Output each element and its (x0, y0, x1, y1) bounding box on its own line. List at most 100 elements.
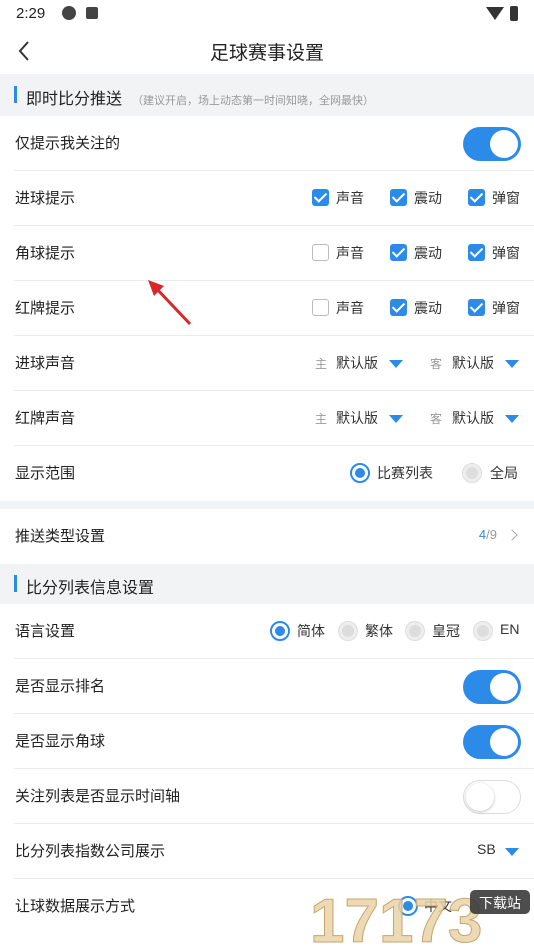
status-time: 2:29 (16, 5, 46, 22)
section-gap (0, 501, 534, 509)
push-type-row[interactable]: 推送类型设置 4/9 (0, 509, 534, 564)
goal-sound-row: 进球声音 主 默认版 客 默认版 (0, 336, 534, 391)
display-scope-row: 显示范围 比赛列表 全局 (0, 446, 534, 501)
goal-alert-row: 进球提示 声音 震动 弹窗 (0, 171, 534, 226)
radio-label: 全局 (490, 465, 518, 481)
corner-vibrate-checkbox[interactable] (390, 244, 407, 261)
section-accent-bar (14, 575, 17, 592)
show-rank-toggle[interactable] (463, 670, 521, 704)
section-accent-bar (14, 86, 17, 103)
watermark-logo: 17173 下载站 (310, 887, 530, 950)
home-sound-select[interactable]: 默认版 (336, 408, 378, 428)
red-card-alert-row: 红牌提示 声音 震动 弹窗 (0, 281, 534, 336)
row-label: 让球数据展示方式 (15, 898, 136, 915)
row-label: 显示范围 (15, 465, 76, 482)
row-label: 进球提示 (15, 190, 76, 207)
section-title: 比分列表信息设置 (26, 580, 155, 597)
timeline-row: 关注列表是否显示时间轴 (0, 769, 534, 824)
red-card-sound-row: 红牌声音 主 默认版 客 默认版 (0, 391, 534, 446)
scope-global-radio[interactable] (462, 463, 482, 483)
row-label: 语言设置 (15, 623, 76, 640)
section-title: 即时比分推送 （建议开启，场上动态第一时间知晓，全网最快） (26, 85, 374, 109)
row-label: 是否显示排名 (15, 678, 106, 695)
scope-match-list-radio[interactable] (350, 463, 370, 483)
watermark-text: 17173 (310, 887, 482, 950)
nav-bar: 足球赛事设置 (0, 28, 534, 74)
push-section-header: 即时比分推送 （建议开启，场上动态第一时间知晓，全网最快） (0, 74, 534, 116)
away-tag: 客 (430, 412, 443, 426)
red-card-vibrate-checkbox[interactable] (390, 299, 407, 316)
row-label: 红牌声音 (15, 410, 76, 427)
row-label: 红牌提示 (15, 300, 76, 317)
red-card-popup-checkbox[interactable] (468, 299, 485, 316)
radio-label: 简体 (297, 623, 325, 639)
radio-label: 繁体 (365, 623, 393, 639)
row-label: 仅提示我关注的 (15, 135, 121, 152)
count-total: /9 (486, 527, 497, 542)
section-note: （建议开启，场上动态第一时间知晓，全网最快） (132, 95, 375, 107)
corner-sound-checkbox[interactable] (312, 244, 329, 261)
red-card-sound-checkbox[interactable] (312, 299, 329, 316)
row-label: 推送类型设置 (15, 528, 106, 545)
away-sound-select[interactable]: 默认版 (452, 353, 494, 373)
caret-down-icon[interactable] (389, 360, 403, 368)
checkbox-label: 弹窗 (492, 300, 520, 316)
status-bar: 2:29 (0, 0, 534, 28)
checkbox-label: 弹窗 (492, 245, 520, 261)
index-company-row: 比分列表指数公司展示 SB (0, 824, 534, 879)
section-title-text: 即时比分推送 (26, 91, 123, 108)
home-tag: 主 (315, 412, 328, 426)
show-rank-row: 是否显示排名 (0, 659, 534, 714)
goal-sound-checkbox[interactable] (312, 189, 329, 206)
goal-popup-checkbox[interactable] (468, 189, 485, 206)
only-followed-row: 仅提示我关注的 (0, 116, 534, 171)
checkbox-label: 震动 (414, 190, 442, 206)
corner-popup-checkbox[interactable] (468, 244, 485, 261)
row-label: 是否显示角球 (15, 733, 106, 750)
radio-label: 皇冠 (432, 623, 460, 639)
lang-en-radio[interactable] (473, 621, 493, 641)
checkbox-label: 弹窗 (492, 190, 520, 206)
lang-crown-radio[interactable] (405, 621, 425, 641)
page-title: 足球赛事设置 (209, 43, 324, 64)
chevron-right-icon (506, 529, 518, 541)
checkbox-label: 声音 (336, 300, 364, 316)
lang-simplified-radio[interactable] (270, 621, 290, 641)
toggle-knob (490, 130, 518, 158)
sync-icon (62, 6, 76, 20)
checkbox-label: 声音 (336, 190, 364, 206)
away-tag: 客 (430, 357, 443, 371)
show-corner-row: 是否显示角球 (0, 714, 534, 769)
annotation-arrow-icon (148, 280, 192, 326)
toggle-knob (466, 783, 494, 811)
goal-vibrate-checkbox[interactable] (390, 189, 407, 206)
caret-down-icon[interactable] (505, 415, 519, 423)
watermark-badge: 下载站 (479, 896, 521, 912)
push-type-count: 4/9 (479, 527, 497, 542)
show-corner-toggle[interactable] (463, 725, 521, 759)
toggle-knob (490, 673, 518, 701)
checkbox-label: 声音 (336, 245, 364, 261)
checkbox-label: 震动 (414, 245, 442, 261)
list-section-header: 比分列表信息设置 (0, 564, 534, 604)
caret-down-icon[interactable] (389, 415, 403, 423)
checkbox-label: 震动 (414, 300, 442, 316)
caret-down-icon[interactable] (505, 360, 519, 368)
a-badge-icon (86, 7, 98, 19)
battery-icon (510, 6, 518, 21)
corner-alert-row: 角球提示 声音 震动 弹窗 (0, 226, 534, 281)
language-row: 语言设置 简体 繁体 皇冠 EN (0, 604, 534, 659)
row-label: 进球声音 (15, 355, 76, 372)
home-tag: 主 (315, 357, 328, 371)
radio-label: 比赛列表 (377, 465, 433, 481)
caret-down-icon[interactable] (505, 848, 519, 856)
timeline-toggle[interactable] (463, 780, 521, 814)
away-sound-select[interactable]: 默认版 (452, 408, 494, 428)
only-followed-toggle[interactable] (463, 127, 521, 161)
home-sound-select[interactable]: 默认版 (336, 353, 378, 373)
row-label: 角球提示 (15, 245, 76, 262)
index-company-select[interactable]: SB (477, 841, 496, 857)
row-label: 关注列表是否显示时间轴 (15, 788, 181, 805)
lang-traditional-radio[interactable] (338, 621, 358, 641)
radio-label: EN (500, 621, 520, 637)
